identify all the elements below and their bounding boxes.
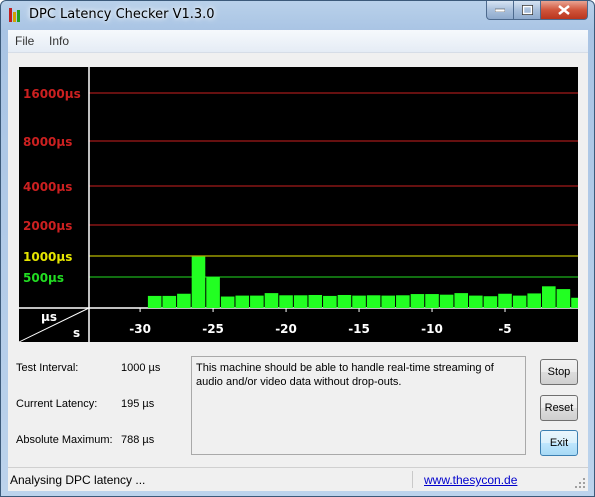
x-tick-label: -20 [275,322,297,336]
latency-bar [162,295,177,308]
y-level-label: 8000µs [23,135,72,149]
latency-bar [293,295,308,308]
window-title: DPC Latency Checker V1.3.0 [29,7,215,22]
y-level-label: 500µs [23,271,64,285]
latency-bar [498,293,512,308]
latency-bar [527,293,542,308]
status-bar: Analysing DPC latency ... www.thesycon.d… [8,467,588,491]
current-latency-value: 195 µs [121,398,155,410]
absolute-maximum-value: 788 µs [121,434,155,446]
app-window: DPC Latency Checker V1.3.0 File Info 160… [0,0,595,497]
x-tick-label: -30 [129,322,151,336]
stop-button[interactable]: Stop [540,359,578,385]
latency-bar [439,294,454,308]
x-tick-label: -15 [348,322,370,336]
title-bar[interactable]: DPC Latency Checker V1.3.0 [1,1,594,29]
latency-bar [177,293,191,308]
latency-bar [220,296,235,308]
latency-bar [381,295,396,308]
x-tick-label: -10 [421,322,443,336]
test-interval-label: Test Interval: [16,362,79,374]
y-level-label: 2000µs [23,219,72,233]
client-area: File Info 16000µs 8000µs 4000µs 2000µs 1000µ… [8,30,588,491]
close-icon [558,5,570,15]
menu-file[interactable]: File [15,34,34,48]
website-link[interactable]: www.thesycon.de [424,473,517,487]
maximize-button[interactable] [514,1,541,20]
latency-bar [425,294,439,308]
minimize-icon [495,8,505,12]
latency-chart-svg: 16000µs 8000µs 4000µs 2000µs 1000µs 500µs µs s -… [19,67,578,342]
latency-chart: 16000µs 8000µs 4000µs 2000µs 1000µs 500µs µs s -… [19,67,578,342]
reset-button[interactable]: Reset [540,395,578,421]
latency-bar [308,294,323,308]
y-level-label: 16000µs [23,87,81,101]
latency-bar [512,295,527,308]
latency-bar [264,293,279,308]
latency-bar [279,295,293,308]
minimize-button[interactable] [486,1,514,20]
y-level-label: 1000µs [23,250,72,264]
maximize-icon [521,5,533,15]
y-level-label: 4000µs [23,180,72,194]
latency-bar [147,295,162,308]
latency-bar [542,286,556,308]
latency-bar [571,297,578,308]
latency-bar [323,295,337,308]
status-text: Analysing DPC latency ... [10,473,146,487]
latency-bar [469,295,483,308]
status-message-box: This machine should be able to handle re… [191,356,526,455]
latency-bar [250,295,264,308]
latency-bar [396,295,410,308]
latency-bar [454,293,469,308]
latency-bar [206,277,220,308]
menu-info[interactable]: Info [49,34,69,48]
dpc-app-icon [9,8,23,22]
latency-bar [556,289,571,308]
latency-bar [337,294,352,308]
status-separator [412,471,413,488]
exit-button[interactable]: Exit [540,430,578,456]
axis-unit-s: s [73,326,80,340]
x-tick-label: -25 [202,322,224,336]
resize-grip-icon[interactable] [575,478,585,488]
x-tick-label: -5 [498,322,511,336]
latency-bar [352,295,366,308]
latency-bar [366,295,381,308]
close-button[interactable] [541,1,588,20]
caption-buttons [486,1,588,21]
latency-bar [483,296,498,308]
test-interval-value: 1000 µs [121,362,161,374]
axis-unit-us: µs [41,310,57,324]
absolute-maximum-label: Absolute Maximum: [16,434,113,446]
latency-bar [410,294,425,308]
menu-bar: File Info [8,30,588,53]
latency-bar [235,295,250,308]
current-latency-label: Current Latency: [16,398,98,410]
latency-bar [191,256,206,308]
